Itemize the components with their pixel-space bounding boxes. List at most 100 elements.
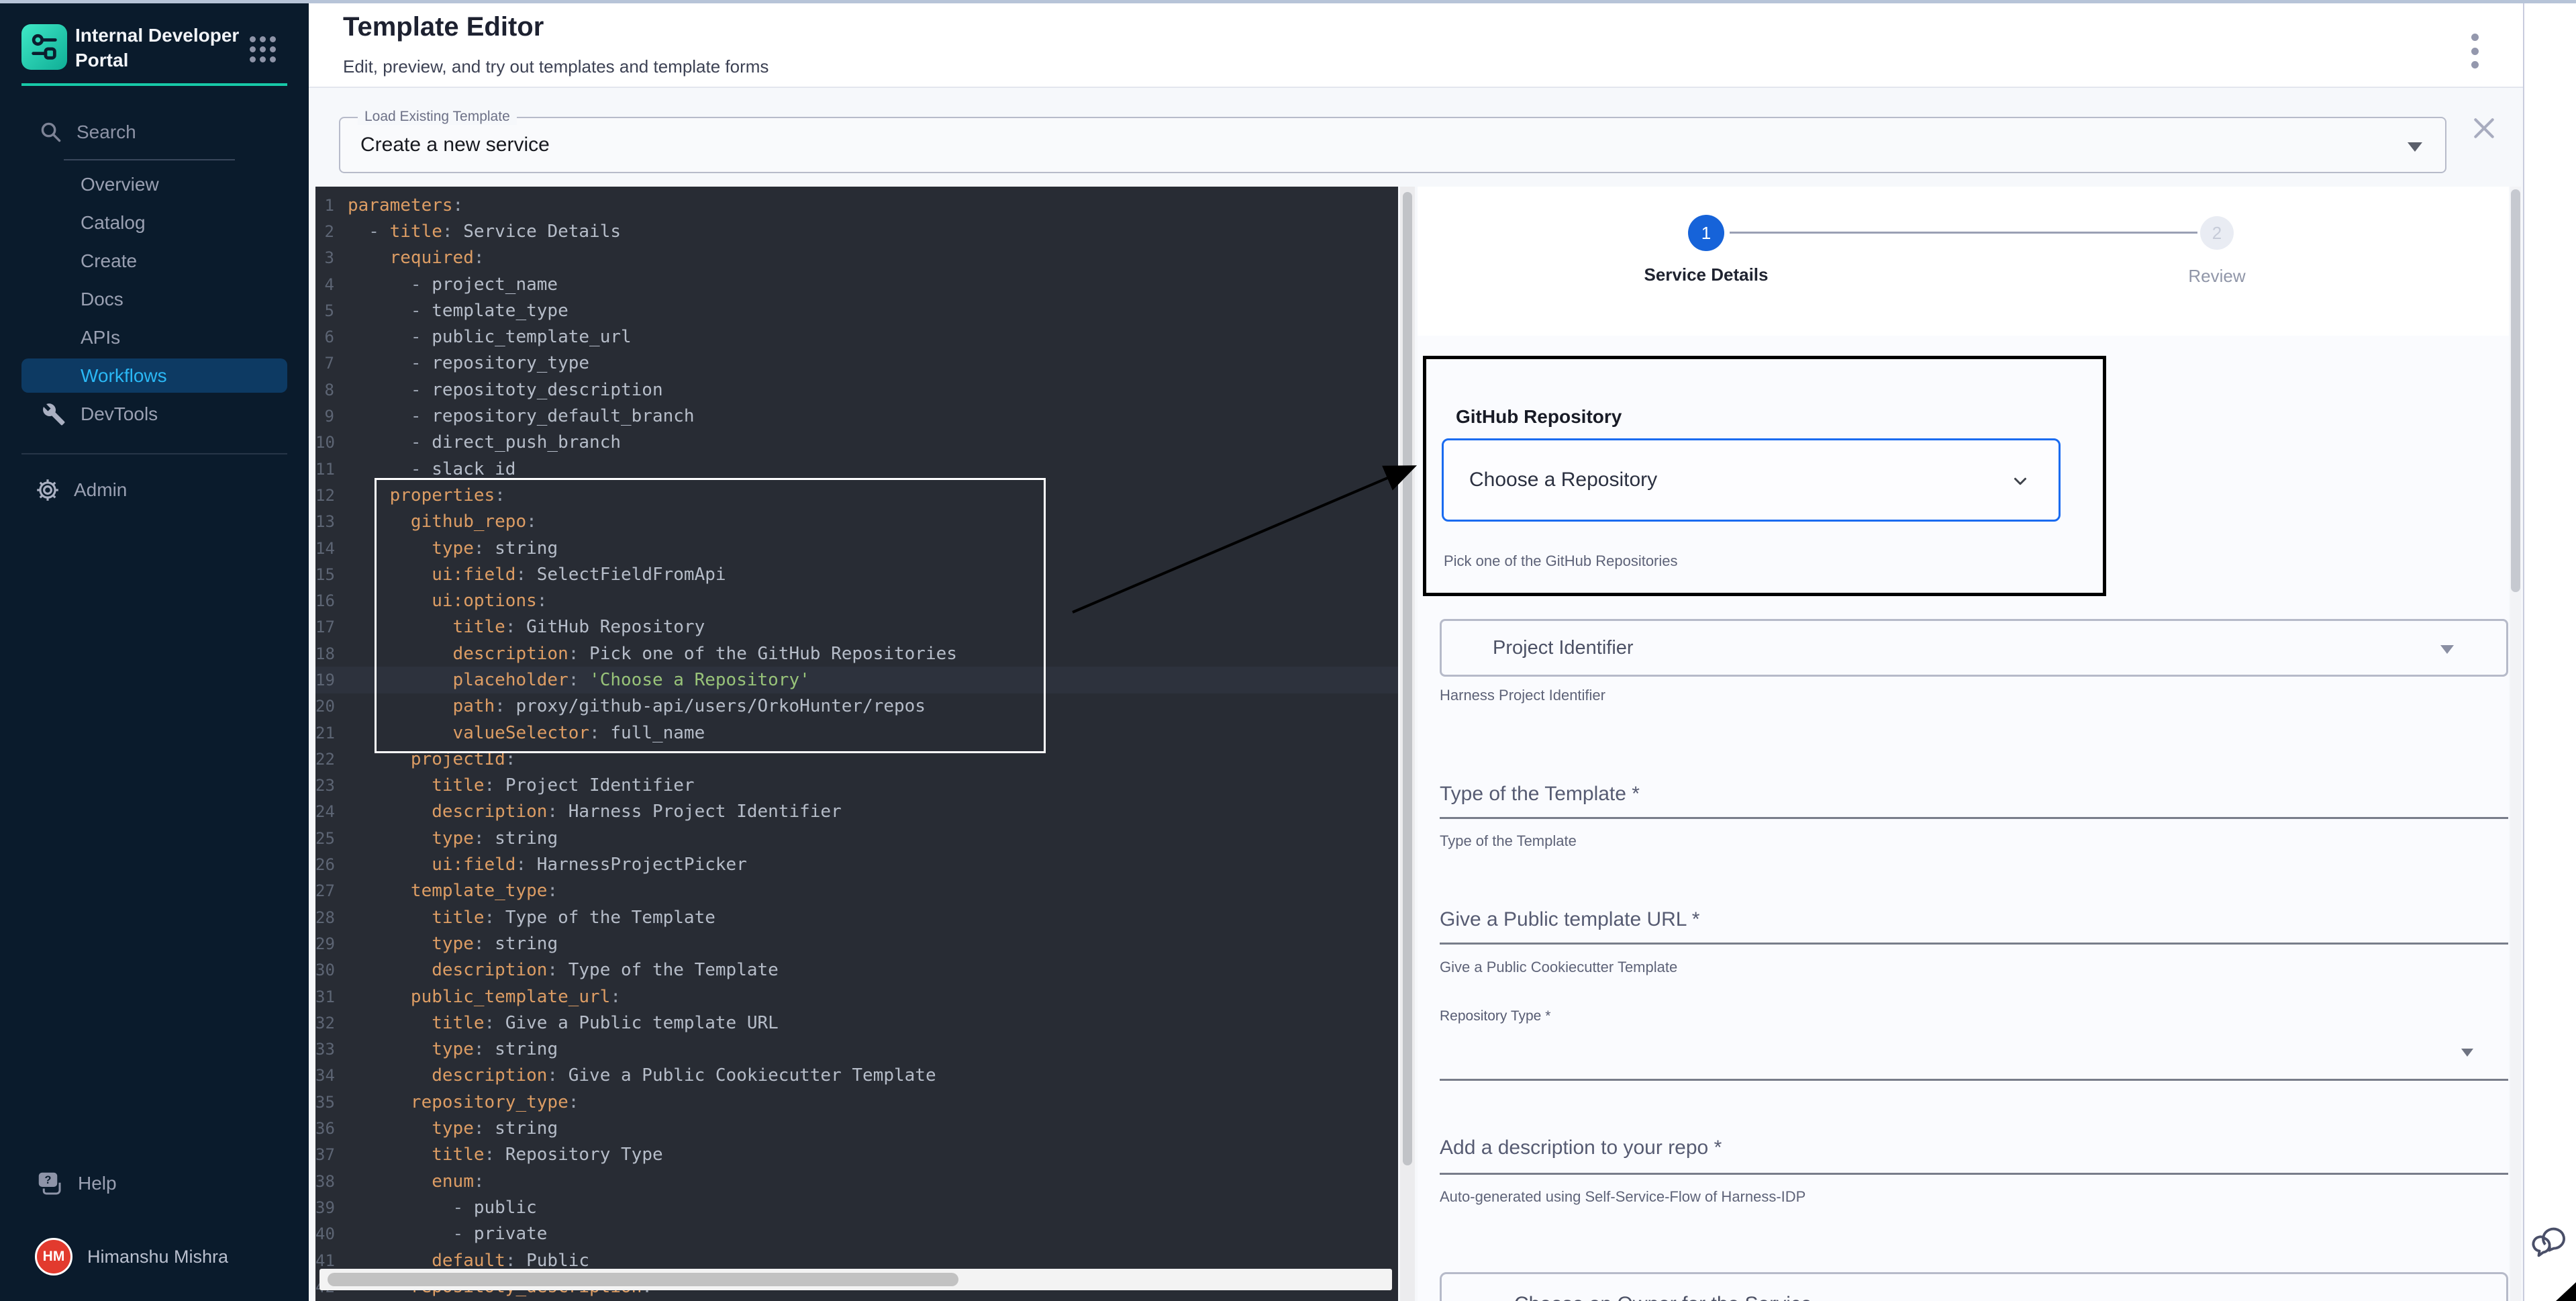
user-menu[interactable]: HM Himanshu Mishra — [35, 1237, 290, 1277]
template-type-helper: Type of the Template — [1440, 832, 2508, 850]
github-repository-helper: Pick one of the GitHub Repositories — [1444, 552, 1678, 570]
code-line[interactable]: 7 - repository_type — [315, 350, 1398, 377]
step-2-label: Review — [2150, 266, 2284, 287]
sidebar-item-admin[interactable]: Admin — [35, 474, 263, 506]
chevron-down-icon — [2010, 471, 2030, 491]
code-line[interactable]: 35 repository_type: — [315, 1089, 1398, 1115]
code-line[interactable]: 1parameters: — [315, 192, 1398, 218]
code-line[interactable]: 9 - repository_default_branch — [315, 403, 1398, 429]
svg-text:?: ? — [45, 1174, 52, 1186]
sidebar-item-help[interactable]: ? Help — [36, 1167, 264, 1200]
template-editor-page: Internal Developer Portal Search — [0, 0, 2576, 1301]
sidebar-nav: Overview Catalog Create — [0, 165, 309, 433]
right-gutter — [2524, 0, 2576, 1301]
load-template-label: Load Existing Template — [358, 109, 517, 125]
code-line[interactable]: 23 title: Project Identifier — [315, 773, 1398, 799]
code-line[interactable]: 30 description: Type of the Template — [315, 957, 1398, 983]
code-line[interactable]: 12 properties: — [315, 482, 1398, 508]
dropdown-arrow-icon — [2408, 142, 2422, 152]
repo-description-label: Add a description to your repo * — [1440, 1137, 2508, 1159]
owner-select[interactable]: Choose an Owner for the Service — [1440, 1272, 2508, 1301]
search-input[interactable]: Search — [77, 122, 136, 143]
code-line[interactable]: 29 type: string — [315, 930, 1398, 957]
sidebar-item-workflows[interactable]: Workflows — [0, 356, 309, 395]
code-line[interactable]: 13 github_repo: — [315, 509, 1398, 535]
preview-scrollbar-thumb[interactable] — [2511, 189, 2520, 592]
code-line[interactable]: 37 title: Repository Type — [315, 1142, 1398, 1168]
code-line[interactable]: 16 ui:options: — [315, 587, 1398, 614]
chat-support-icon[interactable] — [2528, 1223, 2570, 1261]
code-line[interactable]: 34 description: Give a Public Cookiecutt… — [315, 1063, 1398, 1089]
code-line[interactable]: 33 type: string — [315, 1037, 1398, 1063]
sidebar-item-catalog[interactable]: Catalog — [0, 203, 309, 242]
code-line[interactable]: 10 - direct_push_branch — [315, 430, 1398, 456]
sidebar-item-label: Docs — [81, 289, 123, 310]
code-line[interactable]: 32 title: Give a Public template URL — [315, 1010, 1398, 1036]
code-line[interactable]: 14 type: string — [315, 535, 1398, 561]
load-template-value: Create a new service — [360, 134, 550, 156]
repo-description-helper: Auto-generated using Self-Service-Flow o… — [1440, 1188, 2508, 1206]
brand: Internal Developer Portal — [21, 24, 290, 71]
sidebar-item-highlight — [21, 205, 287, 240]
admin-label: Admin — [74, 479, 127, 501]
step-2-circle[interactable]: 2 — [2200, 216, 2234, 250]
code-line[interactable]: 27 template_type: — [315, 878, 1398, 904]
code-line[interactable]: 5 - template_type — [315, 297, 1398, 324]
editor-horizontal-scrollbar-thumb[interactable] — [328, 1273, 958, 1286]
yaml-editor[interactable]: 1parameters:2 - title: Service Details3 … — [315, 187, 1398, 1301]
editor-vertical-scrollbar-thumb[interactable] — [1403, 192, 1412, 1165]
code-line[interactable]: 22 projectId: — [315, 746, 1398, 772]
sidebar-divider — [21, 453, 287, 454]
preview-scrollbar[interactable] — [2510, 187, 2521, 1301]
load-template-zone: Load Existing Template Create a new serv… — [309, 88, 2524, 187]
code-line[interactable]: 4 - project_name — [315, 271, 1398, 297]
sidebar-item-docs[interactable]: Docs — [0, 280, 309, 318]
code-line[interactable]: 39 - public — [315, 1194, 1398, 1220]
sidebar-item-highlight — [21, 320, 287, 354]
github-repository-select[interactable]: Choose a Repository — [1442, 438, 2061, 522]
search-underline — [64, 159, 235, 160]
sidebar-item-devtools[interactable]: DevTools — [0, 395, 309, 433]
code-line[interactable]: 38 enum: — [315, 1168, 1398, 1194]
code-line[interactable]: 21 valueSelector: full_name — [315, 720, 1398, 746]
sidebar-item-create[interactable]: Create — [0, 242, 309, 280]
code-line[interactable]: 6 - public_template_url — [315, 324, 1398, 350]
page-subtitle: Edit, preview, and try out templates and… — [343, 56, 769, 77]
code-line[interactable]: 18 description: Pick one of the GitHub R… — [315, 640, 1398, 667]
code-line[interactable]: 2 - title: Service Details — [315, 218, 1398, 244]
code-line[interactable]: 3 required: — [315, 245, 1398, 271]
code-line[interactable]: 19 placeholder: 'Choose a Repository' — [315, 667, 1398, 693]
code-line[interactable]: 8 - repositoty_description — [315, 377, 1398, 403]
code-line[interactable]: 15 ui:field: SelectFieldFromApi — [315, 561, 1398, 587]
sidebar-item-apis[interactable]: APIs — [0, 318, 309, 356]
right-edge-divider — [2523, 0, 2524, 1301]
sidebar-search[interactable]: Search — [40, 118, 268, 146]
user-name: Himanshu Mishra — [87, 1247, 228, 1267]
apps-grid-icon[interactable] — [250, 36, 277, 63]
close-icon[interactable] — [2471, 115, 2497, 141]
code-lines: 1parameters:2 - title: Service Details3 … — [315, 192, 1398, 1300]
code-line[interactable]: 40 - private — [315, 1221, 1398, 1247]
editor-vertical-scrollbar[interactable] — [1400, 187, 1415, 1301]
code-line[interactable]: 20 path: proxy/github-api/users/OrkoHunt… — [315, 693, 1398, 720]
code-line[interactable]: 17 title: GitHub Repository — [315, 614, 1398, 640]
github-repository-title: GitHub Repository — [1456, 406, 1622, 428]
github-repository-highlight-box: GitHub Repository Choose a Repository Pi… — [1423, 356, 2106, 596]
code-line[interactable]: 25 type: string — [315, 825, 1398, 851]
project-identifier-select[interactable]: Project Identifier — [1440, 619, 2508, 677]
public-url-label: Give a Public template URL * — [1440, 908, 2508, 931]
code-line[interactable]: 24 description: Harness Project Identifi… — [315, 799, 1398, 825]
code-line[interactable]: 26 ui:field: HarnessProjectPicker — [315, 851, 1398, 877]
sidebar-item-overview[interactable]: Overview — [0, 165, 309, 203]
code-line[interactable]: 31 public_template_url: — [315, 983, 1398, 1010]
code-line[interactable]: 11 - slack_id — [315, 456, 1398, 482]
editor-horizontal-scrollbar[interactable] — [319, 1269, 1392, 1290]
public-url-helper: Give a Public Cookiecutter Template — [1440, 959, 2508, 976]
load-template-select[interactable]: Load Existing Template Create a new serv… — [339, 117, 2446, 173]
step-1-circle[interactable]: 1 — [1688, 215, 1724, 251]
code-line[interactable]: 28 title: Type of the Template — [315, 904, 1398, 930]
search-icon — [40, 122, 62, 143]
kebab-menu-icon[interactable] — [2471, 34, 2481, 68]
repository-type-select[interactable] — [1440, 1019, 2508, 1081]
code-line[interactable]: 36 type: string — [315, 1115, 1398, 1141]
